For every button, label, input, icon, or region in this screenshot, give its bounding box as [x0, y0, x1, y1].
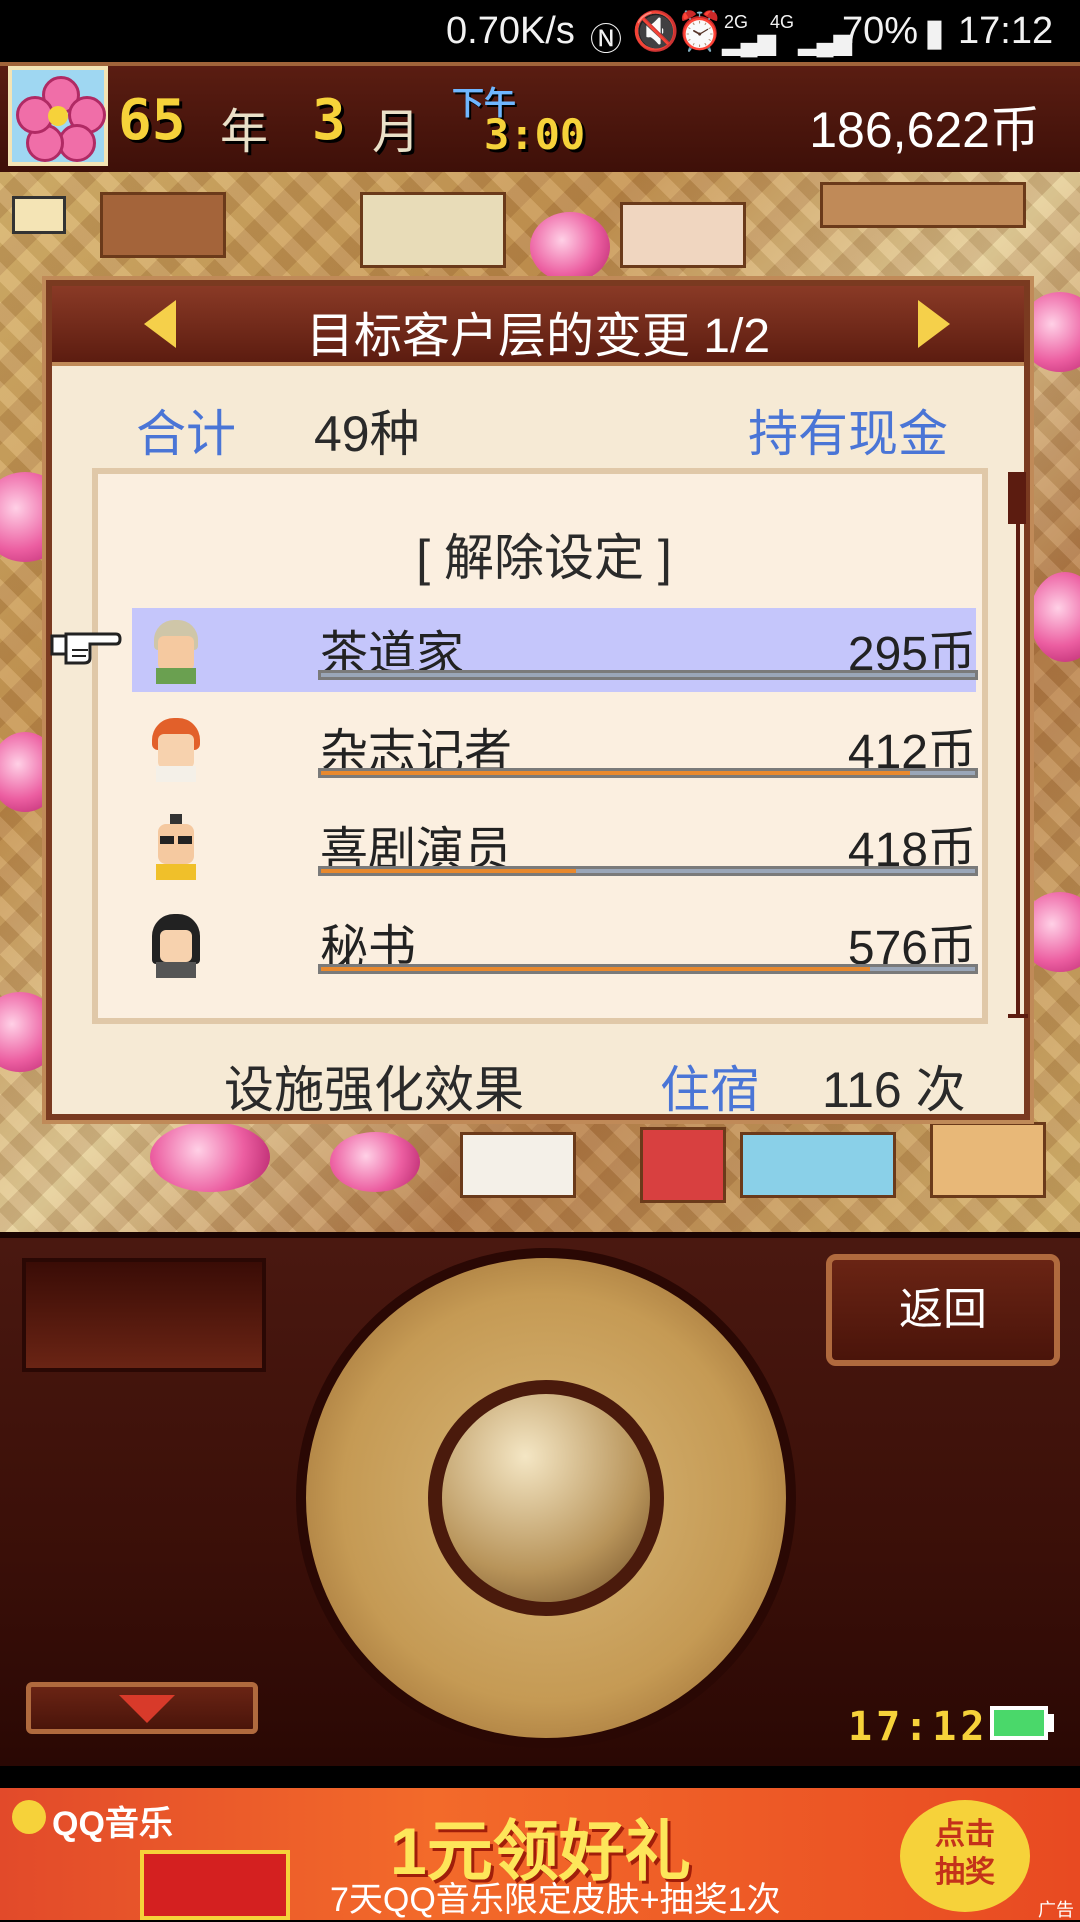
- status-bar: 0.70K/s Ⓝ 🔇 ⏰ 2G ▂▄▆ 4G ▂▄▆ 70% ▮ 17:12: [0, 0, 1080, 62]
- list-scrollbar[interactable]: [1008, 472, 1028, 1018]
- down-arrow-icon: [119, 1695, 175, 1723]
- battery-icon: ▮: [924, 12, 945, 54]
- net-speed: 0.70K/s: [446, 10, 575, 52]
- dialog-header: 目标客户层的变更 1/2: [52, 286, 1024, 366]
- secretary-avatar: [148, 912, 204, 978]
- battery-icon: [990, 1706, 1048, 1740]
- popularity-bar: [318, 964, 978, 974]
- comedian-avatar: [148, 814, 204, 880]
- coin-balance: 186,622币: [809, 102, 1040, 158]
- alarm-icon: ⏰: [676, 11, 724, 53]
- qq-music-logo-icon: [12, 1800, 46, 1834]
- facility-category-label: 住宿: [660, 1062, 760, 1118]
- popularity-bar: [318, 866, 978, 876]
- signal-icon: ▂▄▆: [722, 29, 776, 56]
- month-value: 3: [312, 88, 346, 153]
- battery-percent: 70%: [842, 10, 919, 52]
- battery-tip: [1048, 1714, 1054, 1732]
- back-button[interactable]: 返回: [826, 1254, 1060, 1366]
- cash-label: 持有现金: [748, 406, 948, 462]
- scroll-down-button[interactable]: [26, 1682, 258, 1734]
- popularity-bar: [318, 768, 978, 778]
- year-unit: 年: [220, 104, 269, 160]
- clear-setting-option[interactable]: [ 解除设定 ]: [52, 518, 1036, 590]
- list-item-tea-master[interactable]: 茶道家 295币: [132, 608, 978, 692]
- list-item-magazine-reporter[interactable]: 杂志记者 412币: [132, 706, 978, 790]
- facility-effect-count: 116 次: [822, 1062, 966, 1118]
- cherry-blossom-emblem-icon[interactable]: [8, 66, 108, 166]
- next-page-arrow-icon[interactable]: [918, 300, 950, 348]
- mute-icon: 🔇: [632, 11, 680, 53]
- game-clock: 3:00: [484, 110, 586, 159]
- dpad-left-button[interactable]: [306, 1380, 366, 1616]
- device-clock: 17:12: [848, 1704, 989, 1750]
- year-value: 65: [118, 88, 186, 153]
- tea-master-avatar: [148, 618, 204, 684]
- dialog-title: 目标客户层的变更 1/2: [305, 310, 771, 363]
- dpad-up-button[interactable]: [432, 1260, 668, 1320]
- popularity-bar: [318, 670, 978, 680]
- building-level-badge: [12, 196, 66, 234]
- month-unit: 月: [372, 104, 421, 160]
- target-customer-dialog: 目标客户层的变更 1/2 合计 49种 持有现金 [ 解除设定 ] 茶道家 29…: [46, 280, 1030, 1120]
- dpad-right-button[interactable]: [728, 1380, 788, 1616]
- list-item-comedian[interactable]: 喜剧演员 418币: [132, 804, 978, 888]
- status-time: 17:12: [958, 10, 1054, 52]
- info-screen: [22, 1258, 266, 1372]
- magazine-reporter-avatar: [148, 716, 204, 782]
- facility-effect-label: 设施强化效果: [224, 1062, 524, 1118]
- gift-box-icon: [140, 1850, 290, 1920]
- total-label: 合计: [136, 406, 236, 462]
- ad-subtitle: 7天QQ音乐限定皮肤+抽奖1次: [330, 1881, 781, 1919]
- ad-brand: QQ音乐: [52, 1805, 173, 1843]
- signal-4g-label: 4G: [770, 12, 795, 32]
- total-value: 49种: [314, 406, 420, 462]
- dpad-confirm-button[interactable]: [428, 1380, 664, 1616]
- dpad-down-button[interactable]: [432, 1676, 668, 1736]
- ad-draw-button[interactable]: 点击 抽奖: [900, 1800, 1030, 1912]
- nfc-icon: Ⓝ: [590, 21, 623, 57]
- pointing-hand-icon: [50, 632, 122, 665]
- list-item-secretary[interactable]: 秘书 576币: [132, 902, 978, 986]
- ad-draw-label: 点击 抽奖: [935, 1818, 995, 1889]
- ad-tag: 广告: [1038, 1900, 1074, 1920]
